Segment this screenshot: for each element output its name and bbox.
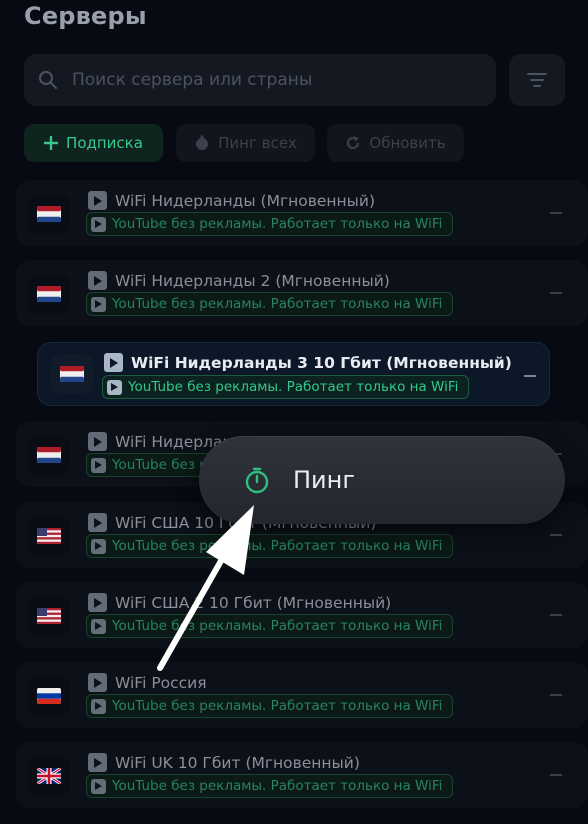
dash-icon xyxy=(550,774,562,776)
flag-frame xyxy=(28,516,70,556)
play-icon xyxy=(88,673,107,692)
server-name: WiFi UK 10 Гбит (Мгновенный) xyxy=(115,753,360,772)
play-icon xyxy=(91,778,106,794)
server-row[interactable]: WiFi Россия YouTube без рекламы. Работае… xyxy=(16,662,588,728)
play-icon xyxy=(91,698,106,714)
netherlands-flag-icon xyxy=(37,206,61,222)
russia-flag-icon xyxy=(37,688,61,704)
flag-frame xyxy=(28,596,70,636)
server-name: WiFi Россия xyxy=(115,673,207,692)
netherlands-flag-icon xyxy=(37,286,61,302)
play-icon xyxy=(88,432,107,451)
play-icon xyxy=(107,379,122,395)
server-name: WiFi США 2 10 Гбит (Мгновенный) xyxy=(115,593,392,612)
badge-text: YouTube без рекламы. Работает только на … xyxy=(128,379,459,395)
play-icon xyxy=(88,593,107,612)
server-row[interactable]: WiFi UK 10 Гбит (Мгновенный) YouTube без… xyxy=(16,742,588,808)
flag-frame xyxy=(28,274,70,314)
search-icon xyxy=(39,71,57,89)
play-icon xyxy=(88,513,107,532)
badge-text: YouTube без рекламы. Работает только на … xyxy=(112,296,443,312)
dash-icon xyxy=(550,292,562,294)
server-badge: YouTube без рекламы. Работает только на … xyxy=(86,534,454,558)
play-icon xyxy=(88,271,107,290)
sort-lines-icon xyxy=(527,73,547,87)
refresh-icon xyxy=(347,136,360,150)
subscription-label: Подписка xyxy=(66,134,143,152)
server-badge: YouTube без рекламы. Работает только на … xyxy=(86,212,454,236)
sort-button[interactable] xyxy=(509,54,565,106)
server-name: WiFi Нидерланды (Мгновенный) xyxy=(115,191,376,210)
page-title: Серверы xyxy=(24,2,147,30)
search-box[interactable] xyxy=(24,54,496,106)
dash-icon xyxy=(550,212,562,214)
badge-text: YouTube без рекламы. Работает только на … xyxy=(112,618,443,634)
server-name: WiFi Нидерланды 2 (Мгновенный) xyxy=(115,271,390,290)
play-icon xyxy=(91,538,106,554)
refresh-button[interactable]: Обновить xyxy=(327,124,464,162)
ping-context-menu-item[interactable]: Пинг xyxy=(199,436,565,524)
uk-flag-icon xyxy=(37,768,61,784)
speedometer-icon xyxy=(196,135,209,150)
server-badge: YouTube без рекламы. Работает только на … xyxy=(86,694,454,718)
plus-icon xyxy=(44,136,59,150)
badge-text: YouTube без рекламы. Работает только на … xyxy=(112,778,443,794)
server-row-selected[interactable]: WiFi Нидерланды 3 10 Гбит (Мгновенный) Y… xyxy=(37,342,550,406)
server-row[interactable]: WiFi США 2 10 Гбит (Мгновенный) YouTube … xyxy=(16,582,588,648)
play-icon xyxy=(91,216,106,232)
usa-flag-icon xyxy=(37,608,61,624)
server-badge: YouTube без рекламы. Работает только на … xyxy=(86,292,454,316)
flag-frame xyxy=(28,435,70,475)
server-row[interactable]: WiFi Нидерланды (Мгновенный) YouTube без… xyxy=(16,180,588,246)
badge-text: YouTube без рекламы. Работает только на … xyxy=(112,538,443,554)
ping-label: Пинг xyxy=(293,466,355,494)
refresh-label: Обновить xyxy=(369,134,446,152)
play-icon xyxy=(104,353,123,372)
server-badge: YouTube без рекламы. Работает только на … xyxy=(86,614,454,638)
server-badge: YouTube без рекламы. Работает только на … xyxy=(86,774,454,798)
play-icon xyxy=(91,618,106,634)
subscription-button[interactable]: Подписка xyxy=(24,124,163,162)
ping-all-label: Пинг всех xyxy=(218,134,297,152)
play-icon xyxy=(91,457,106,473)
dash-icon xyxy=(550,534,562,536)
search-input[interactable] xyxy=(72,70,472,90)
badge-text: YouTube без рекламы. Работает только на … xyxy=(112,216,443,232)
ping-all-button[interactable]: Пинг всех xyxy=(176,124,315,162)
dash-icon xyxy=(550,694,562,696)
play-icon xyxy=(88,753,107,772)
flag-frame xyxy=(28,194,70,234)
server-name: WiFi Нидерланды 3 10 Гбит (Мгновенный) xyxy=(131,353,512,372)
play-icon xyxy=(88,191,107,210)
play-icon xyxy=(91,296,106,312)
dash-icon xyxy=(524,375,536,377)
netherlands-flag-icon xyxy=(60,366,84,382)
badge-text: YouTube без рекламы. Работает только на … xyxy=(112,698,443,714)
server-badge: YouTube без рекламы. Работает только на … xyxy=(102,375,470,399)
netherlands-flag-icon xyxy=(37,447,61,463)
flag-frame xyxy=(51,354,93,394)
flag-frame xyxy=(28,676,70,716)
usa-flag-icon xyxy=(37,528,61,544)
dash-icon xyxy=(550,614,562,616)
stopwatch-icon xyxy=(245,467,269,494)
server-row[interactable]: WiFi Нидерланды 2 (Мгновенный) YouTube б… xyxy=(16,260,588,326)
flag-frame xyxy=(28,756,70,796)
